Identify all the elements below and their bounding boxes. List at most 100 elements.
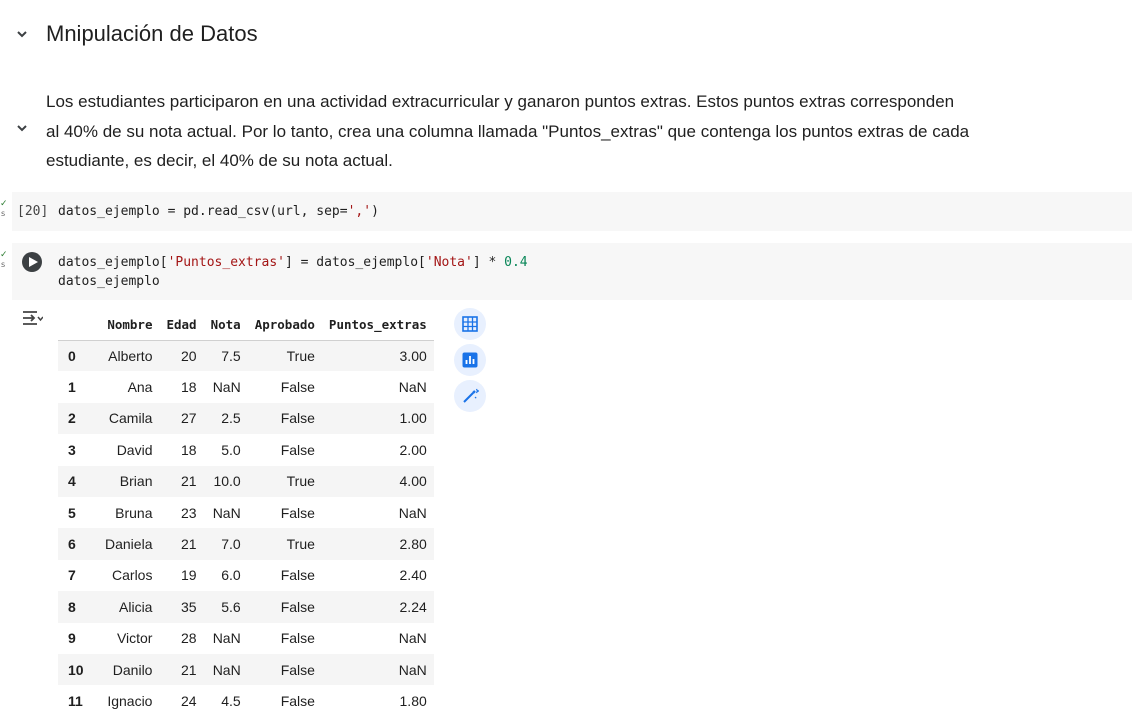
table-cell: 27 [159, 402, 204, 435]
column-header: Aprobado [247, 309, 322, 341]
cell-status-check-icon: ✓ s [0, 250, 8, 270]
table-cell: Ana [127, 379, 153, 396]
table-cell: Daniela [98, 528, 160, 560]
table-cell: 10.0 [203, 465, 248, 497]
table-cell: 28 [181, 630, 197, 647]
section-title: Mnipulación de Datos [46, 21, 258, 46]
table-cell: 21 [159, 653, 204, 686]
table-cell: NaN [212, 379, 241, 396]
table-cell: 2.5 [203, 402, 248, 435]
table-cell: David [116, 441, 153, 458]
table-cell: 7.0 [203, 528, 248, 560]
code-editor[interactable]: datos_ejemplo = pd.read_csv(url, sep=','… [58, 202, 379, 221]
table-row: 1 Ana 18 NaN False NaN [58, 371, 434, 402]
row-index: 6 [58, 528, 98, 560]
table-cell: False [280, 692, 315, 709]
play-icon [28, 257, 38, 267]
convert-to-interactive-table-button[interactable] [454, 308, 486, 340]
table-cell: NaN [212, 504, 241, 521]
code-cell[interactable]: [20] datos_ejemplo = pd.read_csv(url, se… [12, 192, 1132, 231]
magic-wand-icon [463, 388, 479, 403]
table-cell: NaN [398, 504, 427, 521]
table-row: 10 Danilo 21 NaN False NaN [58, 653, 434, 686]
table-cell: 2.24 [321, 591, 434, 623]
row-index: 10 [58, 653, 98, 686]
table-cell: 35 [159, 591, 204, 623]
chevron-down-icon[interactable] [15, 27, 29, 41]
row-index: 0 [58, 340, 98, 372]
table-cell: False [280, 630, 315, 647]
output-actions-icon[interactable] [21, 309, 44, 329]
cell-status-check-icon: ✓ s [0, 199, 8, 219]
table-cell: 19 [181, 567, 197, 584]
table-row: 8 Alicia 35 5.6 False 2.24 [58, 591, 434, 623]
table-row: 6 Daniela 21 7.0 True 2.80 [58, 528, 434, 560]
table-cell: 5.6 [203, 591, 248, 623]
dataframe-table: Nombre Edad Nota Aprobado Puntos_extras … [58, 309, 434, 717]
table-row: 5 Bruna 23 NaN False NaN [58, 497, 434, 528]
table-cell: 4.00 [321, 465, 434, 497]
table-cell: 20 [159, 340, 204, 372]
markdown-line: al 40% de su nota actual. Por lo tanto, … [46, 121, 970, 141]
column-header: Edad [159, 309, 204, 341]
table-cell: False [247, 402, 322, 435]
code-cell[interactable]: datos_ejemplo['Puntos_extras'] = datos_e… [12, 243, 1132, 300]
table-cell: Bruna [115, 504, 153, 521]
table-cell: Camila [98, 402, 160, 435]
table-cell: 2.00 [399, 441, 427, 458]
table-cell: 21 [159, 528, 204, 560]
section-header: Mnipulación de Datos [0, 14, 1132, 54]
row-index: 3 [68, 441, 76, 458]
table-cell: 6.0 [221, 567, 241, 584]
table-row: 4 Brian 21 10.0 True 4.00 [58, 465, 434, 497]
column-header: Nota [203, 309, 248, 341]
table-cell: Carlos [112, 567, 153, 584]
table-cell: 5.0 [221, 441, 241, 458]
chevron-down-icon[interactable] [15, 121, 29, 135]
table-cell: 2.40 [399, 567, 427, 584]
table-cell: 1.80 [399, 692, 427, 709]
table-cell: NaN [212, 630, 241, 647]
execution-count: [20] [17, 204, 49, 219]
table-cell: 23 [181, 504, 197, 521]
table-cell: NaN [321, 653, 434, 686]
table-cell: False [280, 441, 315, 458]
table-cell: Danilo [98, 653, 160, 686]
table-cell: NaN [398, 630, 427, 647]
table-row: 7 Carlos 19 6.0 False 2.40 [58, 560, 434, 591]
table-cell: False [247, 653, 322, 686]
table-cell: 24 [181, 692, 197, 709]
table-cell: Victor [116, 630, 153, 647]
column-header: Puntos_extras [321, 309, 434, 341]
table-cell: 1.00 [321, 402, 434, 435]
table-cell: True [247, 465, 322, 497]
table-icon [462, 316, 478, 332]
table-cell: True [247, 340, 322, 372]
table-cell: Brian [98, 465, 160, 497]
run-button[interactable] [22, 252, 42, 272]
table-cell: False [280, 567, 315, 584]
markdown-line: Los estudiantes participaron en una acti… [46, 92, 955, 111]
suggest-chart-button[interactable] [454, 344, 486, 376]
row-index: 9 [68, 630, 76, 647]
table-header-row: Nombre Edad Nota Aprobado Puntos_extras [58, 309, 434, 341]
table-row: 0 Alberto 20 7.5 True 3.00 [58, 340, 434, 372]
table-cell: 18 [181, 379, 197, 396]
table-cell: 4.5 [221, 692, 241, 709]
table-row: 11 Ignacio 24 4.5 False 1.80 [58, 685, 434, 716]
table-row: 3 David 18 5.0 False 2.00 [58, 434, 434, 465]
table-cell: Alberto [98, 340, 160, 372]
generate-code-button[interactable] [454, 380, 486, 412]
table-row: 2 Camila 27 2.5 False 1.00 [58, 402, 434, 435]
row-index: 4 [58, 465, 98, 497]
chart-icon [462, 352, 478, 368]
row-index: 8 [58, 591, 98, 623]
column-header [58, 309, 98, 341]
column-header: Nombre [98, 309, 160, 341]
markdown-line: estudiante, es decir, el 40% de su nota … [46, 151, 393, 170]
row-index: 11 [68, 692, 83, 709]
table-cell: 3.00 [321, 340, 434, 372]
code-editor[interactable]: datos_ejemplo['Puntos_extras'] = datos_e… [58, 253, 528, 291]
table-row: 9 Victor 28 NaN False NaN [58, 623, 434, 654]
row-index: 2 [58, 402, 98, 435]
